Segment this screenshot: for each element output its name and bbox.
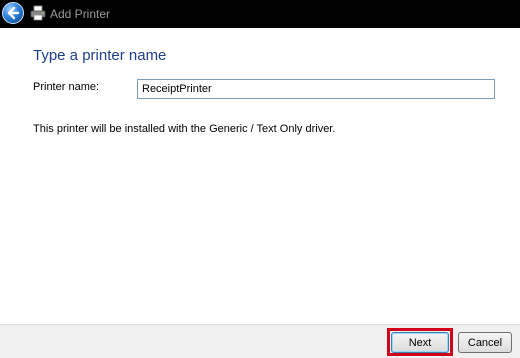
printer-name-label: Printer name: bbox=[33, 81, 100, 93]
printer-name-input[interactable] bbox=[137, 79, 495, 99]
next-button[interactable]: Next bbox=[391, 332, 449, 353]
back-button[interactable] bbox=[2, 2, 24, 24]
back-arrow-icon bbox=[7, 6, 20, 20]
cancel-button[interactable]: Cancel bbox=[458, 332, 512, 353]
driver-message: This printer will be installed with the … bbox=[33, 123, 336, 135]
printer-icon bbox=[30, 5, 46, 21]
window-title: Add Printer bbox=[50, 7, 111, 21]
page-heading: Type a printer name bbox=[33, 47, 167, 64]
title-bar: Add Printer bbox=[0, 0, 520, 28]
